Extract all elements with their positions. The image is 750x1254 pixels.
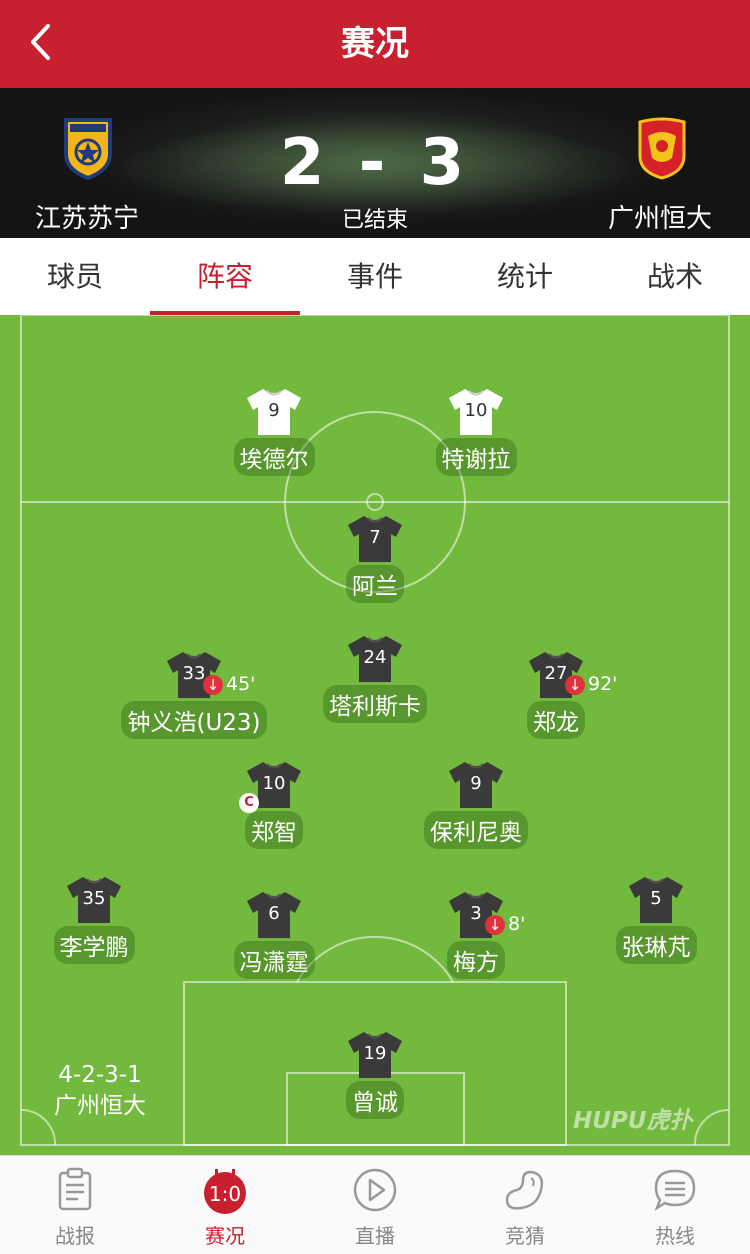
jersey-number: 24 <box>363 647 387 668</box>
substitution-badge: ↓ 45' <box>203 673 255 695</box>
jersey-icon: 10 C <box>239 761 303 813</box>
player-name: 保利尼奥 <box>424 811 528 849</box>
player-card[interactable]: 24 塔利斯卡 <box>275 635 475 723</box>
bottom-tab-live-score[interactable]: 1:0 赛况 <box>150 1156 300 1254</box>
jersey-number: 35 <box>82 888 106 909</box>
bottom-tab-label: 热线 <box>655 1224 695 1248</box>
sub-out-arrow-icon: ↓ <box>203 674 223 695</box>
player-card[interactable]: 35 李学鹏 <box>0 876 194 964</box>
sub-out-arrow-icon: ↓ <box>565 674 585 695</box>
match-header: 江苏苏宁 2 - 3 已结束 广州恒大 <box>0 88 750 238</box>
clipboard-icon <box>58 1167 92 1211</box>
top-nav-bar: 赛况 <box>0 0 750 88</box>
jersey-icon: 19 <box>346 1031 404 1079</box>
sub-minute: 45' <box>226 673 256 695</box>
substitution-badge: ↓ 8' <box>485 913 525 935</box>
bean-icon <box>505 1170 544 1210</box>
player-card[interactable]: 10 特谢拉 <box>376 388 576 476</box>
jersey-icon: 3 ↓ 8' <box>447 891 525 939</box>
bottom-tab-predict[interactable]: 竞猜 <box>450 1156 600 1254</box>
bottom-tab-hotline[interactable]: 热线 <box>600 1156 750 1254</box>
bottom-tab-bar: 战报 1:0 赛况 直播 竞猜 热线 <box>0 1155 750 1254</box>
tab-lineup[interactable]: 阵容 <box>150 238 300 315</box>
player-card[interactable]: 6 冯潇霆 <box>174 891 374 979</box>
jersey-number: 10 <box>262 773 286 794</box>
bottom-tab-label: 战报 <box>55 1224 95 1248</box>
jersey-icon: 5 <box>627 876 685 924</box>
bottom-tab-report[interactable]: 战报 <box>0 1156 150 1254</box>
scoreboard-icon: 1:0 <box>204 1169 246 1214</box>
chat-icon <box>654 1169 696 1212</box>
jersey-icon: 35 <box>65 876 123 924</box>
player-name: 冯潇霆 <box>233 941 315 979</box>
play-icon <box>353 1168 397 1212</box>
player-name: 郑龙 <box>527 701 585 739</box>
player-name: 张琳芃 <box>615 926 697 964</box>
jersey-number: 7 <box>369 527 381 548</box>
player-card[interactable]: 3 ↓ 8' 梅方 <box>376 891 576 979</box>
formation-label: 4-2-3-1 广州恒大 <box>40 1060 160 1122</box>
tab-stats[interactable]: 统计 <box>450 238 600 315</box>
tab-events[interactable]: 事件 <box>300 238 450 315</box>
match-tabs: 球员 阵容 事件 统计 战术 <box>0 238 750 315</box>
jersey-number: 9 <box>268 400 280 421</box>
jersey-icon: 7 <box>346 515 404 563</box>
sub-minute: 8' <box>508 913 526 935</box>
player-card[interactable]: 9 保利尼奥 <box>376 761 576 849</box>
player-name: 阿兰 <box>346 565 404 603</box>
player-name: 曾诚 <box>346 1081 404 1119</box>
player-card[interactable]: 33 ↓ 45' 钟义浩(U23) <box>94 651 294 739</box>
jersey-icon: 10 <box>447 388 505 436</box>
captain-badge: C <box>239 793 259 813</box>
tab-players[interactable]: 球员 <box>0 238 150 315</box>
jersey-number: 5 <box>650 888 662 909</box>
player-name: 郑智 <box>245 811 303 849</box>
sub-minute: 92' <box>588 673 618 695</box>
player-card[interactable]: 9 埃德尔 <box>174 388 374 476</box>
tab-tactics[interactable]: 战术 <box>600 238 750 315</box>
jersey-icon: 6 <box>245 891 303 939</box>
away-team-logo[interactable] <box>632 116 692 180</box>
jersey-number: 10 <box>464 400 488 421</box>
scoreboard-icon-text: 1:0 <box>209 1182 241 1206</box>
bottom-tab-label: 直播 <box>355 1224 395 1248</box>
hupu-watermark: HUPU虎扑 <box>573 1108 693 1134</box>
player-card[interactable]: 19 曾诚 <box>275 1031 475 1119</box>
player-name: 塔利斯卡 <box>323 685 427 723</box>
player-name: 李学鹏 <box>53 926 135 964</box>
jersey-icon: 24 <box>346 635 404 683</box>
player-card[interactable]: 7 阿兰 <box>275 515 475 603</box>
jersey-icon: 9 <box>245 388 303 436</box>
formation-team: 广州恒大 <box>54 1093 146 1119</box>
player-name: 梅方 <box>447 941 505 979</box>
player-name: 钟义浩(U23) <box>121 701 267 739</box>
evergrande-crest-icon <box>638 117 686 180</box>
player-card[interactable]: 5 张琳芃 <box>556 876 750 964</box>
jersey-icon: 9 <box>447 761 505 809</box>
jersey-icon: 33 ↓ 45' <box>165 651 255 699</box>
player-name: 埃德尔 <box>233 438 315 476</box>
player-name: 特谢拉 <box>435 438 517 476</box>
lineup-pitch: 9 埃德尔 10 特谢拉 7 阿兰 33 ↓ 45' 钟义浩(U23) 24 塔利… <box>0 315 750 1155</box>
bottom-tab-label: 赛况 <box>205 1224 245 1248</box>
jersey-number: 6 <box>268 903 280 924</box>
sub-out-arrow-icon: ↓ <box>485 914 505 935</box>
bottom-tab-label: 竞猜 <box>505 1224 545 1248</box>
jersey-number: 19 <box>363 1043 387 1064</box>
bottom-tab-live-stream[interactable]: 直播 <box>300 1156 450 1254</box>
jersey-number: 9 <box>470 773 482 794</box>
formation-text: 4-2-3-1 <box>58 1062 142 1088</box>
away-team-name: 广州恒大 <box>608 204 713 234</box>
substitution-badge: ↓ 92' <box>565 673 617 695</box>
player-card[interactable]: 10 C 郑智 <box>174 761 374 849</box>
jersey-icon: 27 ↓ 92' <box>527 651 617 699</box>
player-card[interactable]: 27 ↓ 92' 郑龙 <box>456 651 656 739</box>
page-title: 赛况 <box>341 24 409 64</box>
